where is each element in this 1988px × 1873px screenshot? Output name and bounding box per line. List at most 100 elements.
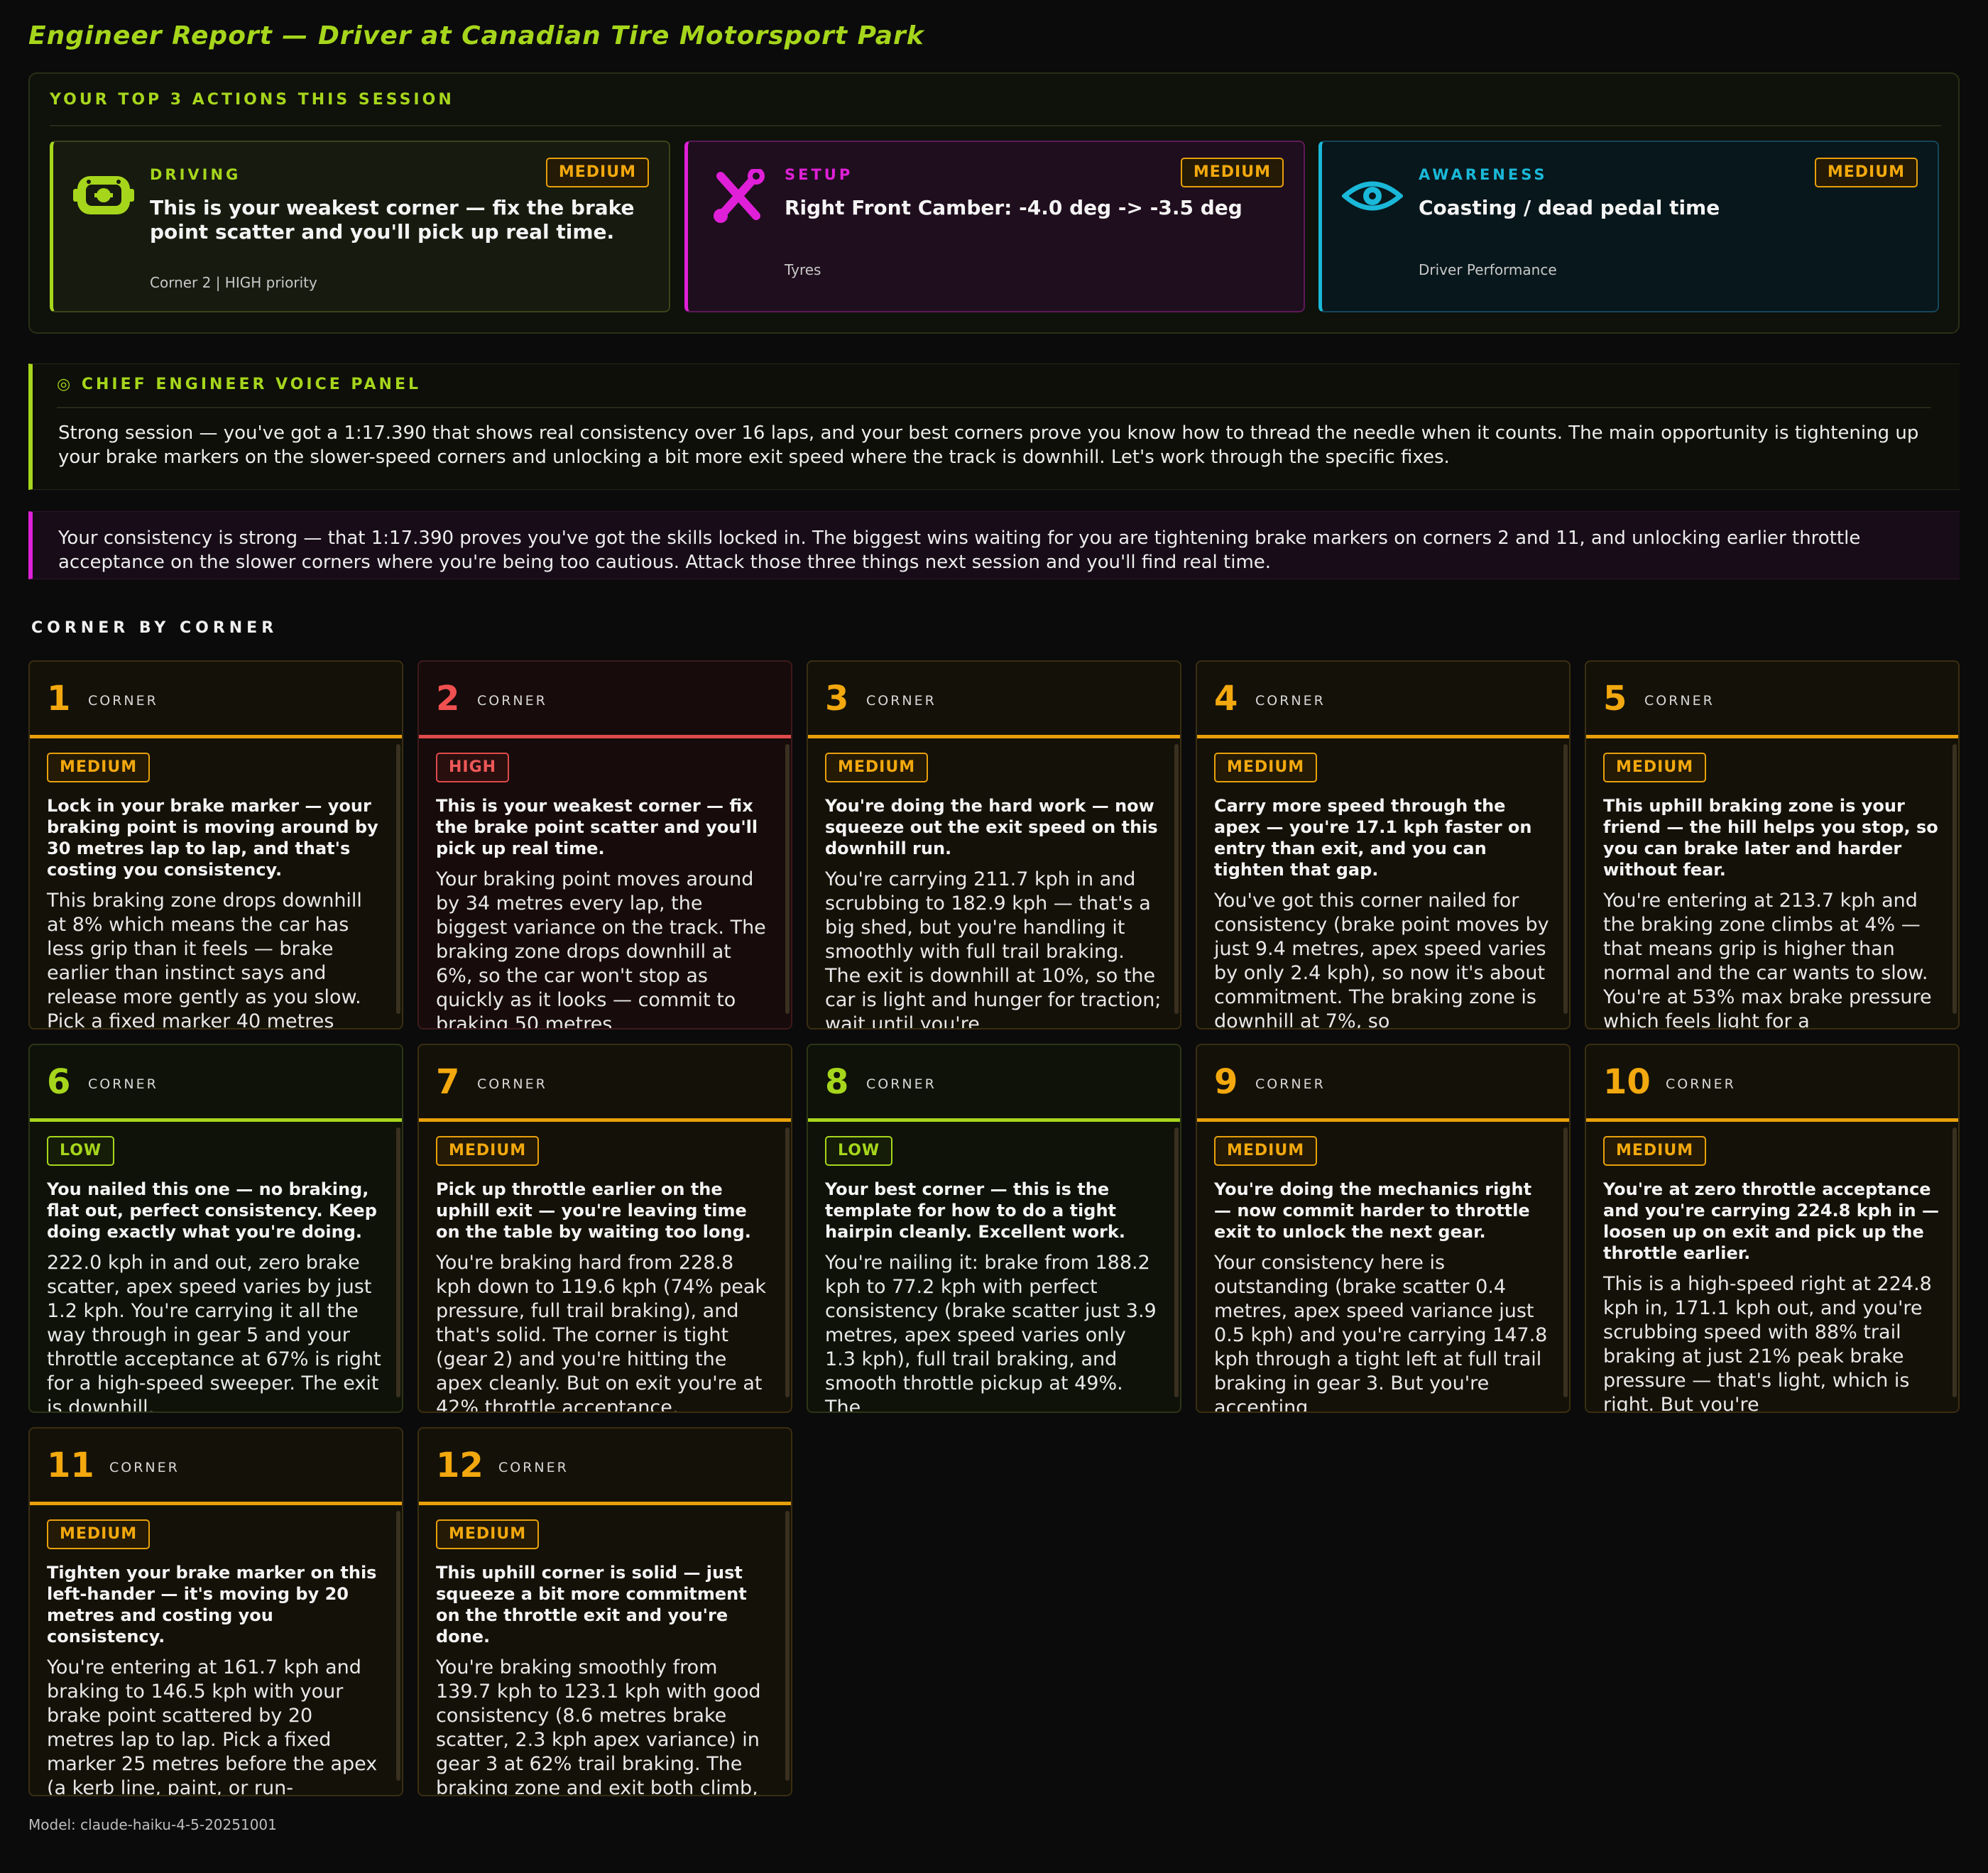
corner-body: MEDIUM This uphill braking zone is your f… (1603, 753, 1940, 1030)
action-subtitle: Driver Performance (1419, 261, 1557, 278)
corner-body: MEDIUM Lock in your brake marker — your b… (47, 753, 383, 1030)
steering-wheel-icon (73, 169, 134, 223)
corner-label: CORNER (1644, 693, 1715, 709)
model-footer: Model: claude-haiku-4-5-20251001 (28, 1816, 277, 1833)
priority-badge: MEDIUM (545, 158, 649, 187)
corner-label: CORNER (477, 693, 547, 709)
page-title: Engineer Report — Driver at Canadian Tir… (28, 21, 924, 50)
corner-detail: You're braking smoothly from 139.7 kph t… (436, 1656, 761, 1796)
corner-detail: You've got this corner nailed for consis… (1214, 890, 1549, 1030)
corner-header: 1 CORNER (30, 662, 402, 738)
corner-body: MEDIUM This uphill corner is solid — just… (436, 1519, 772, 1796)
corner-body: LOW Your best corner — this is the templa… (825, 1136, 1162, 1413)
scrollbar[interactable] (396, 1511, 400, 1781)
corner-card-12[interactable]: 12 CORNER MEDIUM This uphill corner is soli… (417, 1427, 792, 1796)
corner-detail: You're nailing it: brake from 188.2 kph … (825, 1252, 1157, 1413)
corner-label: CORNER (109, 1460, 180, 1475)
corner-detail: You're braking hard from 228.8 kph down … (436, 1252, 766, 1413)
priority-badge: MEDIUM (1180, 158, 1284, 187)
action-card-setup[interactable]: SETUP MEDIUM Right Front Camber: -4.0 de… (684, 141, 1305, 312)
corner-lead: You're doing the hard work — now squeeze… (825, 796, 1158, 858)
corner-card-8[interactable]: 8 CORNER LOW Your best corner — this is the… (807, 1044, 1181, 1413)
corner-body: LOW You nailed this one — no braking, fla… (47, 1136, 383, 1411)
corner-card-9[interactable]: 9 CORNER MEDIUM You're doing the mechanics … (1196, 1044, 1571, 1413)
priority-badge: LOW (825, 1136, 893, 1166)
corner-detail: You're entering at 213.7 kph and the bra… (1603, 890, 1932, 1030)
corner-card-2[interactable]: 2 CORNER HIGH This is your weakest corner —… (417, 660, 792, 1030)
scrollbar[interactable] (1563, 1127, 1568, 1397)
priority-badge: MEDIUM (825, 753, 929, 782)
corner-header: 5 CORNER (1586, 662, 1958, 738)
priority-badge: MEDIUM (47, 753, 151, 782)
action-subtitle: Corner 2 | HIGH priority (150, 274, 317, 291)
corner-card-6[interactable]: 6 CORNER LOW You nailed this one — no braki… (28, 1044, 403, 1413)
top-actions-heading: YOUR TOP 3 ACTIONS THIS SESSION (50, 91, 1941, 126)
corner-lead: Lock in your brake marker — your braking… (47, 796, 378, 880)
corner-label: CORNER (1255, 1076, 1326, 1092)
priority-badge: MEDIUM (436, 1519, 540, 1549)
corner-number: 3 (825, 679, 849, 719)
corner-label: CORNER (88, 693, 158, 709)
scrollbar[interactable] (396, 744, 400, 1014)
corner-header: 6 CORNER (30, 1045, 402, 1122)
scrollbar[interactable] (1174, 1127, 1179, 1397)
corner-header: 12 CORNER (419, 1429, 791, 1505)
voice-panel-text: Strong session — you've got a 1:17.390 t… (58, 422, 1919, 468)
corner-label: CORNER (498, 1460, 569, 1475)
corner-header: 7 CORNER (419, 1045, 791, 1122)
scrollbar[interactable] (1952, 1127, 1957, 1397)
wrench-icon (708, 168, 769, 223)
chief-engineer-voice-panel: ◎ CHIEF ENGINEER VOICE PANEL Strong sess… (28, 364, 1960, 490)
corner-lead: You nailed this one — no braking, flat o… (47, 1179, 377, 1242)
action-category: AWARENESS (1419, 166, 1548, 183)
corner-body: MEDIUM You're at zero throttle acceptance… (1603, 1136, 1940, 1411)
scrollbar[interactable] (1174, 744, 1179, 1014)
corner-lead: Pick up throttle earlier on the uphill e… (436, 1179, 751, 1242)
action-card-driving[interactable]: DRIVING MEDIUM This is your weakest corn… (50, 141, 670, 312)
corner-lead: Your best corner — this is the template … (825, 1179, 1125, 1242)
corner-header: 8 CORNER (808, 1045, 1180, 1122)
eye-icon (1340, 169, 1404, 223)
corner-card-3[interactable]: 3 CORNER MEDIUM You're doing the hard work … (807, 660, 1181, 1030)
corner-header: 9 CORNER (1197, 1045, 1569, 1122)
scrollbar[interactable] (1952, 744, 1957, 1014)
corner-card-4[interactable]: 4 CORNER MEDIUM Carry more speed through th… (1196, 660, 1571, 1030)
session-summary-text: Your consistency is strong — that 1:17.3… (58, 528, 1861, 573)
action-title: Coasting / dead pedal time (1419, 196, 1720, 219)
corner-number: 4 (1214, 679, 1238, 719)
corner-detail: Your consistency here is outstanding (br… (1214, 1252, 1548, 1413)
corner-card-10[interactable]: 10 CORNER MEDIUM You're at zero throttle ac… (1585, 1044, 1960, 1413)
corner-header: 10 CORNER (1586, 1045, 1958, 1122)
corner-number: 10 (1603, 1062, 1651, 1102)
scrollbar[interactable] (785, 744, 790, 1014)
corner-number: 11 (47, 1446, 94, 1485)
voice-panel-heading: ◎ CHIEF ENGINEER VOICE PANEL (57, 376, 1931, 408)
scrollbar[interactable] (785, 1511, 790, 1781)
corner-header: 4 CORNER (1197, 662, 1569, 738)
priority-badge: HIGH (436, 753, 510, 782)
corner-label: CORNER (477, 1076, 547, 1092)
corner-lead: This is your weakest corner — fix the br… (436, 796, 758, 858)
action-title: This is your weakest corner — fix the br… (150, 196, 635, 244)
corner-body: MEDIUM Pick up throttle earlier on the up… (436, 1136, 772, 1413)
corner-body: MEDIUM Carry more speed through the apex … (1214, 753, 1551, 1030)
engineer-report-page: Engineer Report — Driver at Canadian Tir… (0, 0, 1988, 1873)
corner-number: 12 (436, 1446, 484, 1485)
scrollbar[interactable] (396, 1127, 400, 1397)
action-category: SETUP (785, 166, 853, 183)
action-subtitle: Tyres (785, 261, 821, 278)
priority-badge: MEDIUM (1603, 753, 1707, 782)
corner-detail: This braking zone drops downhill at 8% w… (47, 890, 362, 1030)
priority-badge: MEDIUM (436, 1136, 540, 1166)
corner-card-5[interactable]: 5 CORNER MEDIUM This uphill braking zone is… (1585, 660, 1960, 1030)
scrollbar[interactable] (785, 1127, 790, 1397)
corner-card-7[interactable]: 7 CORNER MEDIUM Pick up throttle earlier on… (417, 1044, 792, 1413)
corner-label: CORNER (866, 1076, 936, 1092)
corner-card-1[interactable]: 1 CORNER MEDIUM Lock in your brake marker —… (28, 660, 403, 1030)
corner-body: HIGH This is your weakest corner — fix th… (436, 753, 772, 1028)
scrollbar[interactable] (1563, 744, 1568, 1014)
corner-header: 2 CORNER (419, 662, 791, 738)
action-card-awareness[interactable]: AWARENESS MEDIUM Coasting / dead pedal t… (1318, 141, 1939, 312)
corner-body: MEDIUM Tighten your brake marker on this … (47, 1519, 383, 1795)
corner-card-11[interactable]: 11 CORNER MEDIUM Tighten your brake marker … (28, 1427, 403, 1796)
